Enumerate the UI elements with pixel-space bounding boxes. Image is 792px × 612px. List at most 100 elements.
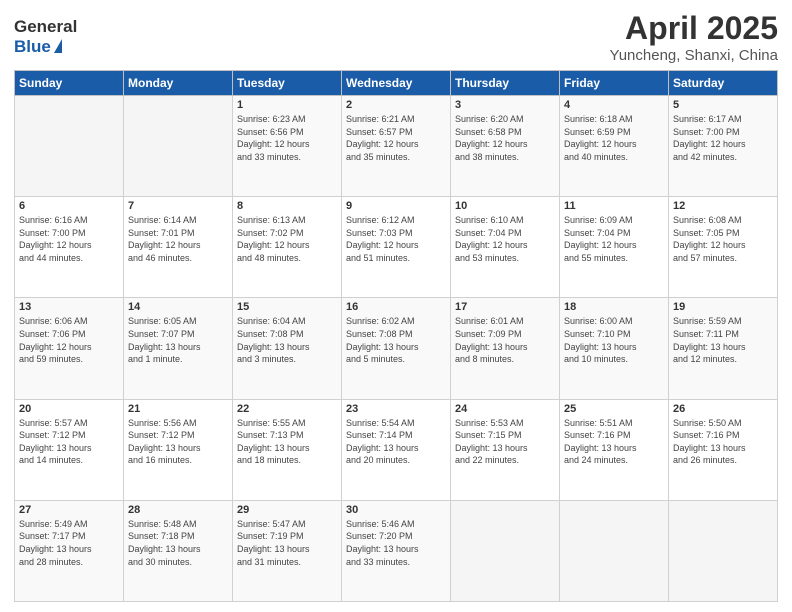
calendar-cell: 18 Sunrise: 6:00 AM Sunset: 7:10 PM Dayli…	[560, 298, 669, 399]
calendar-cell: 8Sunrise: 6:13 AM Sunset: 7:02 PM Daylig…	[233, 197, 342, 298]
day-number: 19	[673, 301, 773, 313]
day-info: Sunrise: 6:04 AM Sunset: 7:08 PM Dayligh…	[237, 315, 337, 365]
calendar-cell	[451, 500, 560, 601]
day-info: Sunrise: 5:55 AM Sunset: 7:13 PM Dayligh…	[237, 417, 337, 467]
day-info: Sunrise: 6:05 AM Sunset: 7:07 PM Dayligh…	[128, 315, 228, 365]
logo-general: General	[14, 17, 77, 37]
day-info: Sunrise: 6:18 AM Sunset: 6:59 PM Dayligh…	[564, 113, 664, 163]
title-block: April 2025 Yuncheng, Shanxi, China	[610, 10, 778, 64]
calendar-cell: 24 Sunrise: 5:53 AM Sunset: 7:15 PM Dayli…	[451, 399, 560, 500]
calendar-cell: 22 Sunrise: 5:55 AM Sunset: 7:13 PM Dayli…	[233, 399, 342, 500]
day-info: Sunrise: 5:56 AM Sunset: 7:12 PM Dayligh…	[128, 417, 228, 467]
day-number: 4	[564, 99, 664, 111]
day-info: Sunrise: 5:46 AM Sunset: 7:20 PM Dayligh…	[346, 518, 446, 568]
calendar-cell: 25Sunrise: 5:51 AM Sunset: 7:16 PM Dayli…	[560, 399, 669, 500]
sub-title: Yuncheng, Shanxi, China	[610, 47, 778, 64]
calendar-cell: 28Sunrise: 5:48 AM Sunset: 7:18 PM Dayli…	[124, 500, 233, 601]
day-number: 10	[455, 200, 555, 212]
day-number: 26	[673, 403, 773, 415]
calendar-cell: 20Sunrise: 5:57 AM Sunset: 7:12 PM Dayli…	[15, 399, 124, 500]
day-info: Sunrise: 6:17 AM Sunset: 7:00 PM Dayligh…	[673, 113, 773, 163]
calendar-cell: 19 Sunrise: 5:59 AM Sunset: 7:11 PM Dayli…	[669, 298, 778, 399]
day-number: 18	[564, 301, 664, 313]
day-number: 30	[346, 504, 446, 516]
day-info: Sunrise: 6:21 AM Sunset: 6:57 PM Dayligh…	[346, 113, 446, 163]
header: General Blue April 2025 Yuncheng, Shanxi…	[14, 10, 778, 64]
calendar-cell: 30 Sunrise: 5:46 AM Sunset: 7:20 PM Dayli…	[342, 500, 451, 601]
day-info: Sunrise: 6:16 AM Sunset: 7:00 PM Dayligh…	[19, 214, 119, 264]
calendar-header-tuesday: Tuesday	[233, 71, 342, 96]
day-number: 21	[128, 403, 228, 415]
calendar-header-monday: Monday	[124, 71, 233, 96]
calendar-header-friday: Friday	[560, 71, 669, 96]
calendar-cell: 2 Sunrise: 6:21 AM Sunset: 6:57 PM Daylig…	[342, 96, 451, 197]
day-number: 27	[19, 504, 119, 516]
calendar-week-3: 13Sunrise: 6:06 AM Sunset: 7:06 PM Dayli…	[15, 298, 778, 399]
calendar-week-5: 27 Sunrise: 5:49 AM Sunset: 7:17 PM Dayli…	[15, 500, 778, 601]
logo: General Blue	[14, 17, 77, 57]
calendar-table: SundayMondayTuesdayWednesdayThursdayFrid…	[14, 70, 778, 602]
day-info: Sunrise: 5:49 AM Sunset: 7:17 PM Dayligh…	[19, 518, 119, 568]
day-number: 29	[237, 504, 337, 516]
calendar-cell: 4 Sunrise: 6:18 AM Sunset: 6:59 PM Daylig…	[560, 96, 669, 197]
calendar-cell: 21 Sunrise: 5:56 AM Sunset: 7:12 PM Dayli…	[124, 399, 233, 500]
day-number: 12	[673, 200, 773, 212]
logo-triangle-icon	[54, 39, 62, 53]
day-info: Sunrise: 5:53 AM Sunset: 7:15 PM Dayligh…	[455, 417, 555, 467]
calendar-cell	[669, 500, 778, 601]
calendar-header-thursday: Thursday	[451, 71, 560, 96]
day-info: Sunrise: 6:10 AM Sunset: 7:04 PM Dayligh…	[455, 214, 555, 264]
calendar-header-wednesday: Wednesday	[342, 71, 451, 96]
calendar-cell: 13Sunrise: 6:06 AM Sunset: 7:06 PM Dayli…	[15, 298, 124, 399]
day-info: Sunrise: 6:20 AM Sunset: 6:58 PM Dayligh…	[455, 113, 555, 163]
calendar-cell: 3 Sunrise: 6:20 AM Sunset: 6:58 PM Daylig…	[451, 96, 560, 197]
day-number: 28	[128, 504, 228, 516]
day-number: 17	[455, 301, 555, 313]
day-number: 23	[346, 403, 446, 415]
calendar-cell: 26 Sunrise: 5:50 AM Sunset: 7:16 PM Dayli…	[669, 399, 778, 500]
day-info: Sunrise: 6:13 AM Sunset: 7:02 PM Dayligh…	[237, 214, 337, 264]
calendar-cell: 7Sunrise: 6:14 AM Sunset: 7:01 PM Daylig…	[124, 197, 233, 298]
calendar-cell: 5 Sunrise: 6:17 AM Sunset: 7:00 PM Daylig…	[669, 96, 778, 197]
day-number: 2	[346, 99, 446, 111]
day-info: Sunrise: 5:54 AM Sunset: 7:14 PM Dayligh…	[346, 417, 446, 467]
day-number: 9	[346, 200, 446, 212]
day-number: 24	[455, 403, 555, 415]
logo-text: General Blue	[14, 17, 77, 57]
calendar-cell: 1Sunrise: 6:23 AM Sunset: 6:56 PM Daylig…	[233, 96, 342, 197]
day-number: 22	[237, 403, 337, 415]
day-info: Sunrise: 6:00 AM Sunset: 7:10 PM Dayligh…	[564, 315, 664, 365]
calendar-cell: 14 Sunrise: 6:05 AM Sunset: 7:07 PM Dayli…	[124, 298, 233, 399]
day-info: Sunrise: 6:23 AM Sunset: 6:56 PM Dayligh…	[237, 113, 337, 163]
day-number: 14	[128, 301, 228, 313]
calendar-header-row: SundayMondayTuesdayWednesdayThursdayFrid…	[15, 71, 778, 96]
day-number: 16	[346, 301, 446, 313]
calendar-cell: 11Sunrise: 6:09 AM Sunset: 7:04 PM Dayli…	[560, 197, 669, 298]
day-info: Sunrise: 6:12 AM Sunset: 7:03 PM Dayligh…	[346, 214, 446, 264]
day-info: Sunrise: 5:51 AM Sunset: 7:16 PM Dayligh…	[564, 417, 664, 467]
calendar-week-4: 20Sunrise: 5:57 AM Sunset: 7:12 PM Dayli…	[15, 399, 778, 500]
day-number: 6	[19, 200, 119, 212]
day-number: 3	[455, 99, 555, 111]
day-info: Sunrise: 5:59 AM Sunset: 7:11 PM Dayligh…	[673, 315, 773, 365]
calendar-cell: 15Sunrise: 6:04 AM Sunset: 7:08 PM Dayli…	[233, 298, 342, 399]
day-info: Sunrise: 6:02 AM Sunset: 7:08 PM Dayligh…	[346, 315, 446, 365]
calendar-cell: 17 Sunrise: 6:01 AM Sunset: 7:09 PM Dayli…	[451, 298, 560, 399]
calendar-cell: 9 Sunrise: 6:12 AM Sunset: 7:03 PM Daylig…	[342, 197, 451, 298]
calendar-cell: 23 Sunrise: 5:54 AM Sunset: 7:14 PM Dayli…	[342, 399, 451, 500]
calendar-cell: 29Sunrise: 5:47 AM Sunset: 7:19 PM Dayli…	[233, 500, 342, 601]
day-info: Sunrise: 6:01 AM Sunset: 7:09 PM Dayligh…	[455, 315, 555, 365]
page: General Blue April 2025 Yuncheng, Shanxi…	[0, 0, 792, 612]
calendar-cell	[124, 96, 233, 197]
calendar-header-saturday: Saturday	[669, 71, 778, 96]
day-number: 5	[673, 99, 773, 111]
calendar-cell	[15, 96, 124, 197]
calendar-cell: 27 Sunrise: 5:49 AM Sunset: 7:17 PM Dayli…	[15, 500, 124, 601]
calendar-cell	[560, 500, 669, 601]
calendar-cell: 6 Sunrise: 6:16 AM Sunset: 7:00 PM Daylig…	[15, 197, 124, 298]
calendar-week-1: 1Sunrise: 6:23 AM Sunset: 6:56 PM Daylig…	[15, 96, 778, 197]
day-number: 13	[19, 301, 119, 313]
day-number: 7	[128, 200, 228, 212]
day-info: Sunrise: 5:50 AM Sunset: 7:16 PM Dayligh…	[673, 417, 773, 467]
day-info: Sunrise: 5:57 AM Sunset: 7:12 PM Dayligh…	[19, 417, 119, 467]
